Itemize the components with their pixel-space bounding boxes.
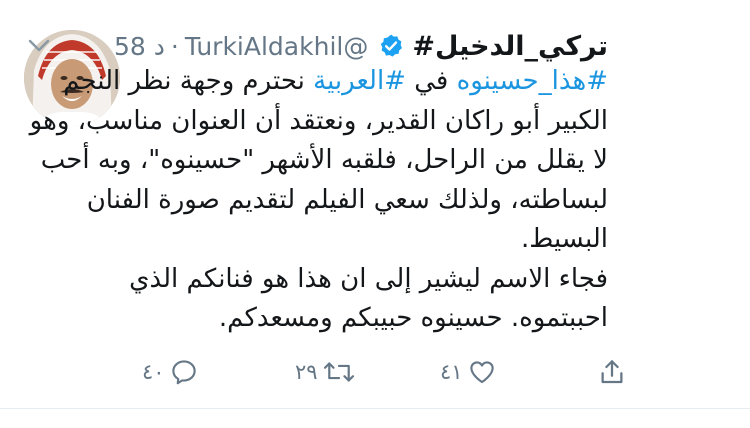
share-icon — [601, 360, 623, 384]
tweet-timestamp[interactable]: 58 د — [114, 32, 165, 61]
heart-icon — [469, 361, 494, 384]
tweet-text-segment: الكبير أبو راكان القدير، ونعتقد أن العنو… — [29, 105, 608, 334]
retweet-icon — [323, 362, 354, 382]
next-tweet-edge — [0, 409, 750, 428]
reply-icon — [171, 360, 196, 385]
tweet-card[interactable]: تركي_الدخيل# @TurkiAldakhil · 58 د #هذا_… — [0, 0, 750, 410]
tweet-text-segment: نحترم وجهة نظر النجم — [63, 66, 314, 96]
reply-button[interactable]: ٤٠ — [142, 350, 199, 394]
tweet-text-segment: في — [405, 66, 457, 96]
user-handle[interactable]: @TurkiAldakhil — [185, 32, 368, 61]
like-count: ٤١ — [440, 360, 463, 384]
reply-count: ٤٠ — [142, 360, 165, 384]
retweet-button[interactable]: ٢٩ — [295, 350, 356, 394]
verified-badge-icon — [378, 33, 404, 59]
display-name[interactable]: تركي_الدخيل# — [412, 31, 608, 62]
like-button[interactable]: ٤١ — [440, 350, 497, 394]
chevron-down-icon[interactable] — [26, 36, 52, 56]
retweet-count: ٢٩ — [295, 360, 318, 384]
share-button[interactable] — [597, 350, 627, 394]
hashtag-link[interactable]: #العربية — [313, 66, 406, 96]
tweet-actions: ٤٠ ٢٩ ٤١ — [0, 350, 750, 394]
tweet-text: #هذا_حسينوه في #العربية نحترم وجهة نظر ا… — [18, 62, 608, 339]
separator-dot: · — [170, 31, 179, 61]
hashtag-link[interactable]: #هذا_حسينوه — [457, 66, 608, 96]
